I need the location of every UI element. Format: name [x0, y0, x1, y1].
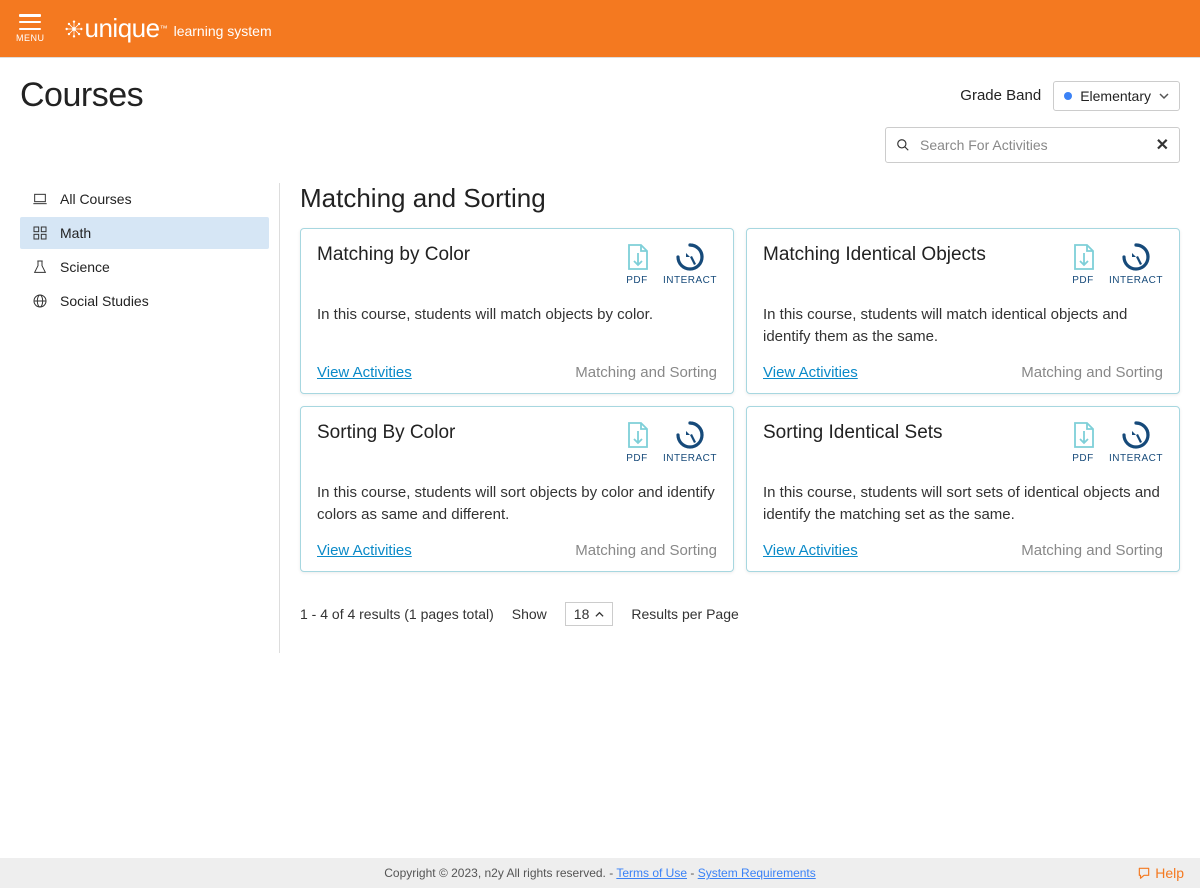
sidebar-item-label: All Courses [60, 191, 132, 207]
interact-label: INTERACT [1109, 453, 1163, 464]
brand-logo[interactable]: unique™ learning system [63, 13, 272, 44]
card-description: In this course, students will sort objec… [317, 482, 717, 526]
pdf-button[interactable]: PDF [1071, 243, 1095, 286]
sidebar-item-all-courses[interactable]: All Courses [20, 183, 269, 215]
sidebar-item-label: Science [60, 259, 110, 275]
interact-label: INTERACT [1109, 275, 1163, 286]
page-header: Courses Grade Band Elementary [20, 76, 1180, 115]
terms-of-use-link[interactable]: Terms of Use [616, 866, 687, 880]
card-title: Sorting By Color [317, 421, 455, 446]
card-title: Sorting Identical Sets [763, 421, 943, 446]
brand-name: unique [85, 13, 160, 44]
cards-grid: Matching by Color PDF [300, 228, 1180, 572]
card-description: In this course, students will match iden… [763, 304, 1163, 348]
sidebar-item-science[interactable]: Science [20, 251, 269, 283]
help-label: Help [1155, 865, 1184, 881]
results-per-page-select[interactable]: 18 [565, 602, 614, 626]
show-label: Show [512, 606, 547, 622]
course-card: Matching Identical Objects PDF [746, 228, 1180, 394]
card-category: Matching and Sorting [1021, 364, 1163, 381]
sidebar-item-math[interactable]: Math [20, 217, 269, 249]
pagination-bar: 1 - 4 of 4 results (1 pages total) Show … [300, 602, 1180, 626]
course-card: Sorting Identical Sets PDF [746, 406, 1180, 572]
course-card: Sorting By Color PDF [300, 406, 734, 572]
search-box[interactable]: ✕ [885, 127, 1180, 163]
card-description: In this course, students will sort sets … [763, 482, 1163, 526]
view-activities-link[interactable]: View Activities [763, 542, 858, 559]
grade-band-value: Elementary [1080, 88, 1151, 104]
interact-icon [1122, 421, 1150, 449]
card-description: In this course, students will match obje… [317, 304, 717, 348]
results-text: 1 - 4 of 4 results (1 pages total) [300, 606, 494, 622]
grade-band-select[interactable]: Elementary [1053, 81, 1180, 111]
pdf-icon [625, 243, 649, 271]
per-page-value: 18 [574, 606, 590, 622]
sidebar-item-label: Social Studies [60, 293, 149, 309]
pdf-button[interactable]: PDF [625, 243, 649, 286]
system-requirements-link[interactable]: System Requirements [698, 866, 816, 880]
page-title: Courses [20, 76, 143, 115]
grid-icon [32, 225, 48, 241]
main-content: Matching and Sorting Matching by Color P… [280, 183, 1180, 653]
card-category: Matching and Sorting [575, 364, 717, 381]
view-activities-link[interactable]: View Activities [317, 364, 412, 381]
sidebar-item-social-studies[interactable]: Social Studies [20, 285, 269, 317]
hamburger-icon [19, 14, 41, 30]
pdf-icon [1071, 421, 1095, 449]
pdf-label: PDF [626, 275, 648, 286]
interact-button[interactable]: INTERACT [1109, 243, 1163, 286]
search-input[interactable] [920, 137, 1146, 153]
copyright-text: Copyright © 2023, n2y All rights reserve… [384, 866, 616, 880]
interact-label: INTERACT [663, 453, 717, 464]
interact-button[interactable]: INTERACT [1109, 421, 1163, 464]
search-icon [896, 138, 910, 152]
menu-label: MENU [16, 33, 45, 43]
laptop-icon [32, 191, 48, 207]
pdf-label: PDF [626, 453, 648, 464]
brand-tm: ™ [160, 24, 168, 33]
pdf-icon [625, 421, 649, 449]
pdf-button[interactable]: PDF [625, 421, 649, 464]
per-page-suffix: Results per Page [631, 606, 738, 622]
view-activities-link[interactable]: View Activities [317, 542, 412, 559]
grade-band-control: Grade Band Elementary [960, 81, 1180, 111]
course-card: Matching by Color PDF [300, 228, 734, 394]
interact-label: INTERACT [663, 275, 717, 286]
brand-subtitle: learning system [174, 23, 272, 39]
interact-button[interactable]: INTERACT [663, 243, 717, 286]
menu-button[interactable]: MENU [16, 14, 45, 43]
section-title: Matching and Sorting [300, 183, 1180, 214]
interact-icon [676, 243, 704, 271]
footer: Copyright © 2023, n2y All rights reserve… [0, 858, 1200, 888]
view-activities-link[interactable]: View Activities [763, 364, 858, 381]
clear-icon[interactable]: ✕ [1156, 135, 1169, 155]
sidebar: All Courses Math Science Social Studies [20, 183, 280, 653]
interact-icon [676, 421, 704, 449]
interact-button[interactable]: INTERACT [663, 421, 717, 464]
pdf-button[interactable]: PDF [1071, 421, 1095, 464]
globe-icon [32, 293, 48, 309]
sidebar-item-label: Math [60, 225, 91, 241]
pdf-label: PDF [1072, 275, 1094, 286]
blue-dot-icon [1064, 92, 1072, 100]
flask-icon [32, 259, 48, 275]
card-category: Matching and Sorting [575, 542, 717, 559]
card-title: Matching Identical Objects [763, 243, 986, 268]
card-title: Matching by Color [317, 243, 470, 268]
chevron-down-icon [1159, 91, 1169, 101]
snowflake-icon [63, 18, 85, 40]
chevron-up-icon [595, 610, 604, 619]
pdf-label: PDF [1072, 453, 1094, 464]
help-link[interactable]: Help [1137, 865, 1184, 881]
interact-icon [1122, 243, 1150, 271]
footer-separator: - [690, 866, 697, 880]
grade-band-label: Grade Band [960, 87, 1041, 104]
pdf-icon [1071, 243, 1095, 271]
chat-icon [1137, 866, 1151, 880]
app-header: MENU unique™ learning system [0, 0, 1200, 58]
card-category: Matching and Sorting [1021, 542, 1163, 559]
